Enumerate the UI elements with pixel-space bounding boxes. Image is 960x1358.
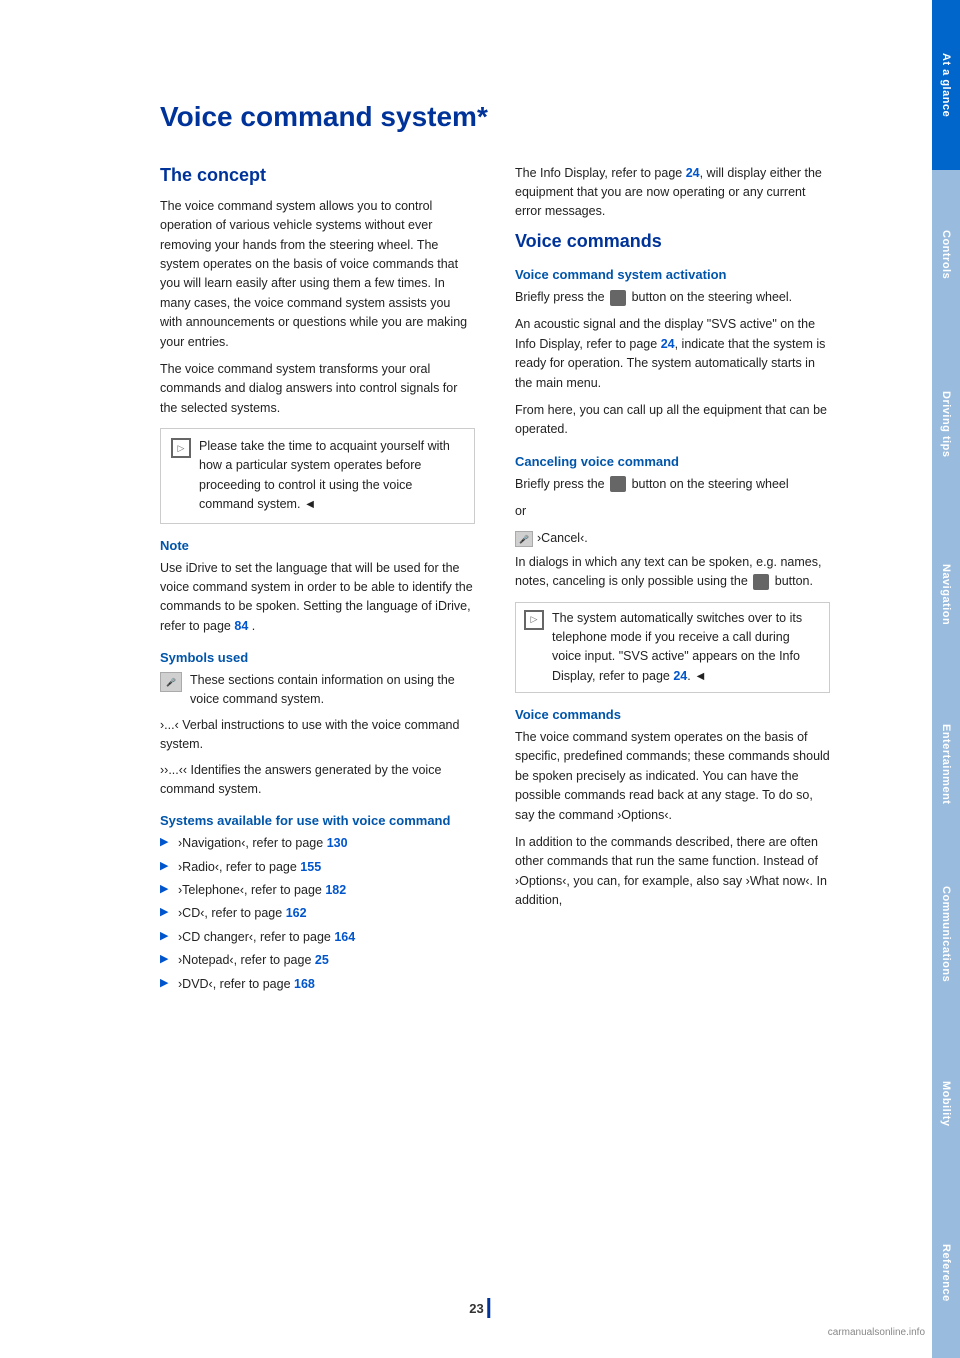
- sidebar-tab-driving-tips[interactable]: Driving tips: [932, 340, 960, 510]
- info-box: The system automatically switches over t…: [515, 602, 830, 694]
- notepad-page-link[interactable]: 25: [315, 953, 329, 967]
- page-title: Voice command system*: [160, 100, 830, 134]
- nav-page-link[interactable]: 130: [327, 836, 348, 850]
- list-arrow-icon: ▶: [160, 905, 172, 918]
- note-box: Please take the time to acquaint yoursel…: [160, 428, 475, 524]
- list-arrow-icon: ▶: [160, 976, 172, 989]
- symbol-row-2: ›...‹ Verbal instructions to use with th…: [160, 716, 475, 755]
- list-arrow-icon: ▶: [160, 882, 172, 895]
- left-column: The concept The voice command system all…: [160, 164, 475, 998]
- main-content: Voice command system* The concept The vo…: [0, 0, 870, 1358]
- list-item: ▶ ›Radio‹, refer to page 155: [160, 858, 475, 877]
- cancel-p2: In dialogs in which any text can be spok…: [515, 553, 830, 592]
- symbol-row-3: ››...‹‹ Identifies the answers generated…: [160, 761, 475, 800]
- info-display-text: The Info Display, refer to page 24, will…: [515, 164, 830, 222]
- cancel-cmd-text: ›Cancel‹.: [537, 529, 588, 548]
- steering-button-icon: [610, 290, 626, 306]
- list-arrow-icon: ▶: [160, 835, 172, 848]
- cd-page-link[interactable]: 162: [286, 906, 307, 920]
- symbol-text-2: ›...‹ Verbal instructions to use with th…: [160, 716, 475, 755]
- note-text: Please take the time to acquaint yoursel…: [199, 437, 464, 515]
- list-item: ▶ ›DVD‹, refer to page 168: [160, 975, 475, 994]
- activation-p3: From here, you can call up all the equip…: [515, 401, 830, 440]
- note-page-ref[interactable]: 84: [234, 619, 248, 633]
- cancel-or: or: [515, 502, 830, 521]
- cancel-subheading: Canceling voice command: [515, 454, 830, 469]
- sidebar-tab-reference[interactable]: Reference: [932, 1188, 960, 1358]
- list-arrow-icon: ▶: [160, 952, 172, 965]
- sidebar-tab-navigation[interactable]: Navigation: [932, 509, 960, 679]
- activation-p2: An acoustic signal and the display "SVS …: [515, 315, 830, 393]
- activation-page-link[interactable]: 24: [661, 337, 675, 351]
- voice-cmd-subheading: Voice commands: [515, 707, 830, 722]
- page-number-container: 23: [469, 1298, 490, 1318]
- voice-cmd-p1: The voice command system operates on the…: [515, 728, 830, 825]
- info-box-icon: [524, 610, 544, 630]
- list-item: ▶ ›Navigation‹, refer to page 130: [160, 834, 475, 853]
- note-label: Note: [160, 538, 475, 553]
- cancel-button-icon: [610, 476, 626, 492]
- activation-subheading: Voice command system activation: [515, 267, 830, 282]
- radio-page-link[interactable]: 155: [300, 860, 321, 874]
- telephone-page-link[interactable]: 182: [325, 883, 346, 897]
- note-icon: [171, 438, 191, 458]
- page-number: 23: [469, 1301, 483, 1316]
- info-box-page-link[interactable]: 24: [673, 669, 687, 683]
- symbol-text-1: These sections contain information on us…: [190, 671, 475, 710]
- symbols-heading: Symbols used: [160, 650, 475, 665]
- dvd-page-link[interactable]: 168: [294, 977, 315, 991]
- sidebar-tab-mobility[interactable]: Mobility: [932, 1019, 960, 1189]
- list-arrow-icon: ▶: [160, 859, 172, 872]
- list-item: ▶ ›CD‹, refer to page 162: [160, 904, 475, 923]
- info-display-link[interactable]: 24: [686, 166, 700, 180]
- list-item: ▶ ›CD changer‹, refer to page 164: [160, 928, 475, 947]
- sidebar: At a glance Controls Driving tips Naviga…: [932, 0, 960, 1358]
- symbol-text-3: ››...‹‹ Identifies the answers generated…: [160, 761, 475, 800]
- right-column: The Info Display, refer to page 24, will…: [515, 164, 830, 998]
- mic-icon: 🎤: [160, 672, 182, 692]
- cancel-command-row: 🎤 ›Cancel‹.: [515, 529, 830, 548]
- systems-heading: Systems available for use with voice com…: [160, 813, 475, 828]
- sidebar-tab-communications[interactable]: Communications: [932, 849, 960, 1019]
- cancel-btn-inline-icon: [753, 574, 769, 590]
- concept-p1: The voice command system allows you to c…: [160, 197, 475, 352]
- list-item: ▶ ›Notepad‹, refer to page 25: [160, 951, 475, 970]
- info-box-text: The system automatically switches over t…: [552, 609, 821, 687]
- sidebar-tab-controls[interactable]: Controls: [932, 170, 960, 340]
- symbol-row-1: 🎤 These sections contain information on …: [160, 671, 475, 710]
- voice-commands-heading: Voice commands: [515, 230, 830, 253]
- watermark: carmanualsonline.info: [828, 1327, 925, 1338]
- sidebar-tab-at-a-glance[interactable]: At a glance: [932, 0, 960, 170]
- list-item: ▶ ›Telephone‹, refer to page 182: [160, 881, 475, 900]
- note-body: Use iDrive to set the language that will…: [160, 559, 475, 637]
- sidebar-tab-entertainment[interactable]: Entertainment: [932, 679, 960, 849]
- voice-cmd-p2: In addition to the commands described, t…: [515, 833, 830, 911]
- concept-p2: The voice command system transforms your…: [160, 360, 475, 418]
- cancel-cmd-icon: 🎤: [515, 531, 533, 547]
- activation-p1: Briefly press the button on the steering…: [515, 288, 830, 307]
- systems-list: ▶ ›Navigation‹, refer to page 130 ▶ ›Rad…: [160, 834, 475, 994]
- page-line: [488, 1298, 491, 1318]
- cdchanger-page-link[interactable]: 164: [334, 930, 355, 944]
- list-arrow-icon: ▶: [160, 929, 172, 942]
- cancel-p1: Briefly press the button on the steering…: [515, 475, 830, 494]
- concept-heading: The concept: [160, 164, 475, 187]
